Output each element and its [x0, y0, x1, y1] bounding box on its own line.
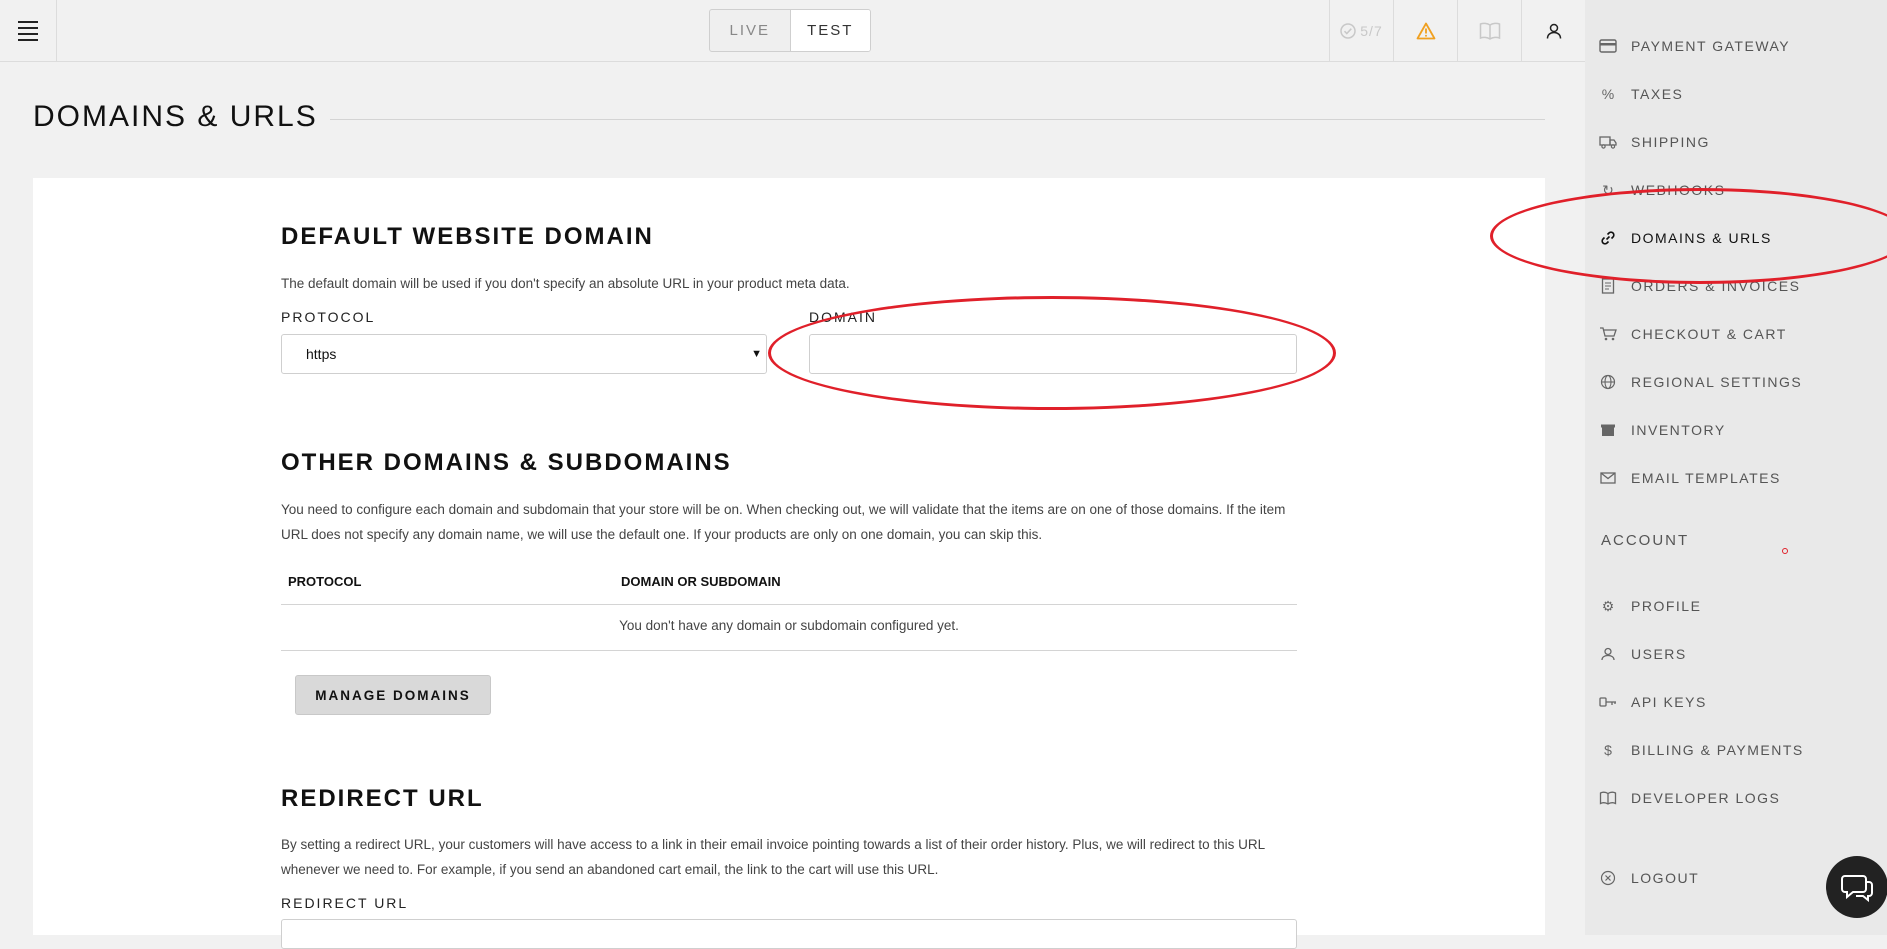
column-header-domain: DOMAIN OR SUBDOMAIN — [621, 574, 781, 589]
sidebar-item-billing-payments[interactable]: $ BILLING & PAYMENTS — [1585, 730, 1887, 770]
redirect-url-input[interactable] — [281, 919, 1297, 949]
table-header-divider — [281, 604, 1297, 605]
top-right-actions: 5/7 — [1329, 0, 1585, 61]
settings-sidebar: PAYMENT GATEWAY % TAXES SHIPPING ↻ WEBHO… — [1585, 0, 1887, 935]
warning-icon — [1416, 22, 1435, 39]
redirect-url-label: REDIRECT URL — [281, 895, 409, 911]
protocol-select-value: https — [306, 346, 337, 362]
user-icon — [1546, 23, 1561, 39]
sidebar-item-taxes[interactable]: % TAXES — [1585, 74, 1887, 114]
sidebar-item-regional-settings[interactable]: REGIONAL SETTINGS — [1585, 362, 1887, 402]
other-domains-title: OTHER DOMAINS & SUBDOMAINS — [281, 449, 732, 476]
manage-domains-button[interactable]: MANAGE DOMAINS — [295, 675, 491, 715]
sidebar-item-domains-urls[interactable]: DOMAINS & URLS — [1585, 218, 1887, 258]
setup-progress[interactable]: 5/7 — [1329, 0, 1393, 61]
users-icon — [1599, 645, 1617, 663]
mode-test-button[interactable]: TEST — [789, 10, 870, 51]
sidebar-item-api-keys[interactable]: API KEYS — [1585, 682, 1887, 722]
docs-button[interactable] — [1457, 0, 1521, 61]
book-icon — [1599, 789, 1617, 807]
chat-icon — [1841, 875, 1873, 902]
protocol-label: PROTOCOL — [281, 309, 376, 325]
sidebar-item-email-templates[interactable]: EMAIL TEMPLATES — [1585, 458, 1887, 498]
domain-input[interactable] — [809, 334, 1297, 374]
mode-switch: LIVE TEST — [709, 9, 871, 52]
sidebar-item-profile[interactable]: ⚙ PROFILE — [1585, 586, 1887, 626]
sidebar-item-shipping[interactable]: SHIPPING — [1585, 122, 1887, 162]
default-domain-title: DEFAULT WEBSITE DOMAIN — [281, 223, 654, 250]
chat-button[interactable] — [1826, 856, 1887, 918]
title-divider — [330, 119, 1545, 120]
dollar-icon: $ — [1604, 742, 1612, 758]
gear-icon: ⚙ — [1601, 597, 1615, 614]
column-header-protocol: PROTOCOL — [288, 574, 362, 589]
logout-icon — [1599, 869, 1617, 887]
warning-button[interactable] — [1393, 0, 1457, 61]
account-heading: ACCOUNT — [1601, 532, 1690, 549]
sidebar-item-users[interactable]: USERS — [1585, 634, 1887, 674]
invoice-icon — [1599, 277, 1617, 295]
link-icon — [1599, 229, 1617, 247]
page-title: DOMAINS & URLS — [33, 100, 318, 133]
sidebar-item-checkout-cart[interactable]: CHECKOUT & CART — [1585, 314, 1887, 354]
account-button[interactable] — [1521, 0, 1585, 61]
chevron-down-icon: ▼ — [751, 348, 762, 360]
mode-live-button[interactable]: LIVE — [710, 10, 790, 51]
menu-icon[interactable] — [0, 0, 57, 61]
sidebar-item-inventory[interactable]: INVENTORY — [1585, 410, 1887, 450]
credit-card-icon — [1599, 37, 1617, 55]
box-icon — [1599, 421, 1617, 439]
key-icon — [1599, 693, 1617, 711]
default-domain-description: The default domain will be used if you d… — [281, 276, 850, 291]
sidebar-item-developer-logs[interactable]: DEVELOPER LOGS — [1585, 778, 1887, 818]
progress-count: 5/7 — [1360, 22, 1383, 39]
percent-icon: % — [1601, 86, 1615, 102]
redirect-url-title: REDIRECT URL — [281, 785, 484, 812]
top-bar: LIVE TEST 5/7 — [0, 0, 1585, 62]
globe-icon — [1599, 373, 1617, 391]
webhook-icon: ↻ — [1602, 181, 1614, 198]
sidebar-item-payment-gateway[interactable]: PAYMENT GATEWAY — [1585, 26, 1887, 66]
book-icon — [1479, 22, 1500, 40]
other-domains-description: You need to configure each domain and su… — [281, 502, 1286, 542]
protocol-select[interactable]: https ▼ — [281, 334, 767, 374]
cart-icon — [1599, 325, 1617, 343]
domain-label: DOMAIN — [809, 309, 877, 325]
sidebar-item-orders-invoices[interactable]: ORDERS & INVOICES — [1585, 266, 1887, 306]
check-circle-icon — [1340, 22, 1357, 39]
empty-table-message: You don't have any domain or subdomain c… — [619, 618, 959, 633]
envelope-icon — [1599, 469, 1617, 487]
redirect-url-description: By setting a redirect URL, your customer… — [281, 837, 1265, 877]
table-row-divider — [281, 650, 1297, 651]
sidebar-item-webhooks[interactable]: ↻ WEBHOOKS — [1585, 170, 1887, 210]
truck-icon — [1599, 133, 1617, 151]
